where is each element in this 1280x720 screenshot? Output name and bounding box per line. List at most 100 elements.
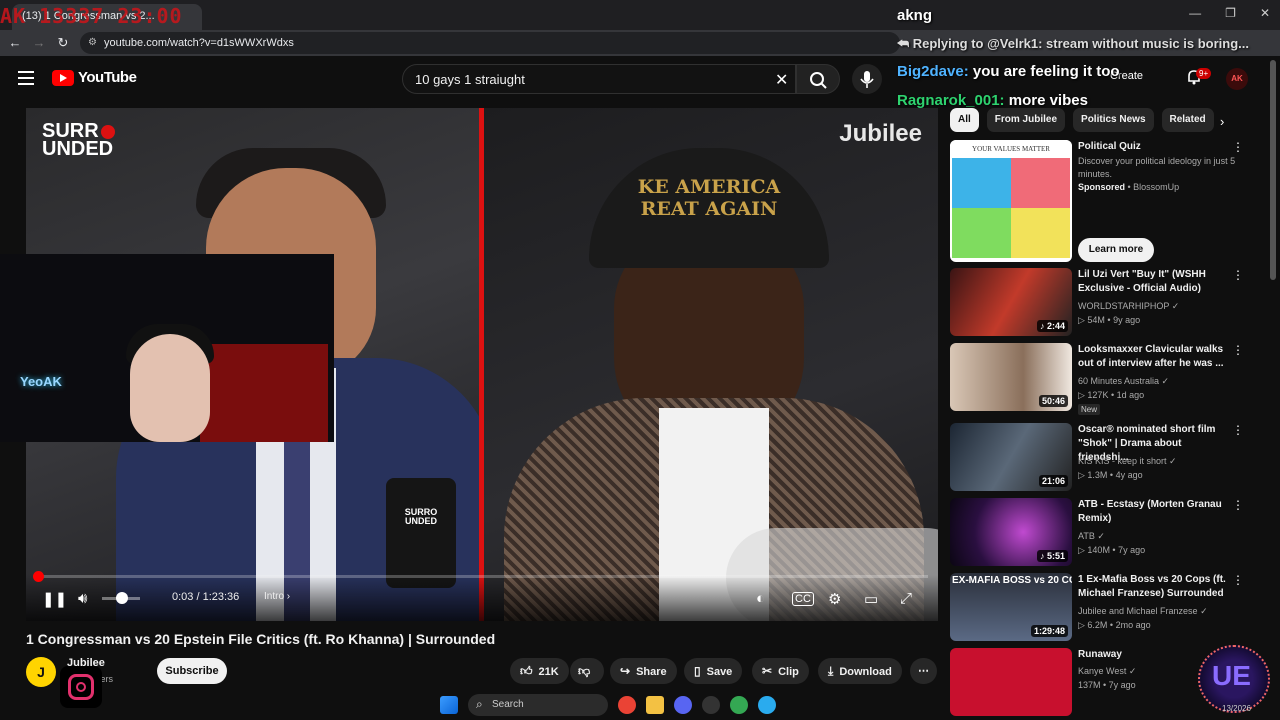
- microphone-prop: [386, 478, 456, 588]
- forward-icon[interactable]: →: [30, 34, 48, 52]
- chevron-right-icon[interactable]: ›: [1220, 114, 1224, 129]
- close-window-icon[interactable]: ✕: [1260, 6, 1270, 20]
- video-card-channel[interactable]: KIS KIS - keep it short ✓: [1078, 456, 1177, 467]
- more-options-icon[interactable]: ⋮: [1232, 268, 1244, 282]
- fullscreen-icon[interactable]: ⤢: [900, 590, 912, 607]
- share-icon: ↪: [620, 664, 631, 678]
- chip-all[interactable]: All: [950, 108, 979, 132]
- list-item[interactable]: EX-MAFIA BOSS vs 20 COPS 1:29:48 1 Ex-Ma…: [950, 573, 1250, 643]
- chrome-active-icon[interactable]: [730, 696, 748, 714]
- list-item[interactable]: 50:46 Looksmaxxer Clavicular walks out o…: [950, 343, 1250, 417]
- stream-overlay-text: AK 13337 23:00: [0, 4, 183, 28]
- search-button[interactable]: [796, 64, 840, 94]
- video-card-channel[interactable]: ATB ✓: [1078, 531, 1105, 542]
- chip-from-jubilee[interactable]: From Jubilee: [986, 108, 1066, 132]
- volume-icon[interactable]: 🔊︎: [78, 590, 87, 607]
- theater-mode-icon[interactable]: ▭: [864, 590, 878, 608]
- video-card-channel[interactable]: Kanye West ✓: [1078, 666, 1136, 677]
- taskbar-search[interactable]: Search: [468, 694, 608, 716]
- maximize-icon[interactable]: ❐: [1225, 6, 1236, 20]
- minimize-icon[interactable]: —: [1189, 6, 1201, 20]
- more-options-icon[interactable]: ⋮: [1232, 573, 1244, 587]
- microphone-icon: [860, 71, 874, 88]
- site-info-icon[interactable]: ⚙: [88, 37, 97, 48]
- back-icon[interactable]: ←: [6, 34, 24, 52]
- youtube-logo[interactable]: YouTube: [52, 69, 137, 86]
- ad-sponsor-line: Sponsored • BlossomUp: [1078, 182, 1180, 192]
- search-icon: [810, 72, 827, 89]
- video-card-title[interactable]: 1 Ex-Mafia Boss vs 20 Cops (ft. Michael …: [1078, 573, 1228, 601]
- video-card-channel[interactable]: WORLDSTARHIPHOP ✓: [1078, 301, 1179, 312]
- youtube-play-icon: [52, 69, 74, 86]
- voice-search-button[interactable]: [852, 64, 882, 94]
- file-explorer-icon[interactable]: [646, 696, 664, 714]
- video-thumbnail[interactable]: 21:06: [950, 423, 1072, 491]
- autoplay-toggle-icon[interactable]: ◐: [756, 590, 765, 607]
- telegram-icon[interactable]: [758, 696, 776, 714]
- save-button[interactable]: ▯ Save: [684, 658, 743, 684]
- video-card-channel[interactable]: 60 Minutes Australia ✓: [1078, 376, 1169, 387]
- clear-search-icon[interactable]: ✕: [775, 70, 788, 90]
- player-controls: ❚❚ 🔊︎ 0:03 / 1:23:36 Intro › ◐ CC ⚙ ▭ ⤢: [26, 571, 938, 621]
- more-options-icon[interactable]: ⋮: [1232, 140, 1244, 154]
- learn-more-button[interactable]: Learn more: [1078, 238, 1154, 262]
- progress-scrubber[interactable]: [33, 571, 44, 582]
- chip-politics-news[interactable]: Politics News: [1073, 108, 1154, 132]
- chapter-button[interactable]: Intro ›: [264, 591, 290, 602]
- more-options-icon[interactable]: ⋮: [1232, 423, 1244, 437]
- reply-arrow-icon: ⮪: [897, 36, 913, 51]
- obs-icon[interactable]: [702, 696, 720, 714]
- ad-thumbnail[interactable]: YOUR VALUES MATTER: [950, 140, 1072, 262]
- volume-knob[interactable]: [116, 592, 128, 604]
- windows-start-icon[interactable]: [440, 696, 458, 714]
- list-item[interactable]: 21:06 Oscar® nominated short film "Shok"…: [950, 423, 1250, 493]
- video-card-title[interactable]: Looksmaxxer Clavicular walks out of inte…: [1078, 343, 1228, 371]
- video-card-title[interactable]: Lil Uzi Vert "Buy It" (WSHH Exclusive - …: [1078, 268, 1228, 296]
- chat-reply-line: ⮪ Replying to @Velrk1: stream without mu…: [897, 36, 1249, 52]
- more-options-icon[interactable]: ⋮: [1232, 343, 1244, 357]
- more-actions-button[interactable]: ⋯: [910, 658, 937, 684]
- pause-icon[interactable]: ❚❚: [42, 590, 67, 608]
- video-thumbnail[interactable]: 50:46: [950, 343, 1072, 411]
- download-button[interactable]: ⤓ Download: [818, 658, 902, 684]
- address-bar[interactable]: ⚙ youtube.com/watch?v=d1sWWXrWdxs: [80, 32, 900, 54]
- video-card-title[interactable]: ATB - Ecstasy (Morten Granau Remix): [1078, 498, 1228, 526]
- subscribe-button[interactable]: Subscribe: [157, 658, 227, 684]
- video-thumbnail[interactable]: ♪ 2:44: [950, 268, 1072, 336]
- chat-message: akng: [897, 7, 933, 24]
- video-thumbnail[interactable]: ♪ 5:51: [950, 498, 1072, 566]
- video-card-channel[interactable]: Jubilee and Michael Franzese ✓: [1078, 606, 1208, 617]
- menu-icon[interactable]: [18, 71, 34, 85]
- dislike-button[interactable]: 👎︎: [570, 658, 605, 684]
- captions-icon[interactable]: CC: [792, 592, 814, 606]
- progress-bar[interactable]: [33, 571, 928, 582]
- download-icon: ⤓: [828, 664, 834, 678]
- thumbs-down-icon: 👎︎: [578, 664, 591, 678]
- video-thumbnail[interactable]: EX-MAFIA BOSS vs 20 COPS 1:29:48: [950, 573, 1072, 641]
- discord-icon[interactable]: [674, 696, 692, 714]
- video-thumbnail[interactable]: [950, 648, 1072, 716]
- account-avatar[interactable]: AK: [1226, 68, 1248, 90]
- chrome-icon[interactable]: [618, 696, 636, 714]
- ad-card[interactable]: YOUR VALUES MATTER Political Quiz Discov…: [950, 140, 1250, 264]
- ad-title[interactable]: Political Quiz: [1078, 140, 1228, 154]
- chip-related[interactable]: Related: [1161, 108, 1214, 132]
- notification-count-badge: 9+: [1196, 68, 1212, 79]
- like-button[interactable]: 👍︎ 21K: [510, 658, 569, 684]
- instagram-icon: [60, 666, 102, 708]
- list-item[interactable]: ♪ 5:51 ATB - Ecstasy (Morten Granau Remi…: [950, 498, 1250, 568]
- logo-text: YouTube: [78, 69, 137, 86]
- video-title: 1 Congressman vs 20 Epstein File Critics…: [26, 631, 496, 647]
- channel-avatar[interactable]: J: [26, 657, 56, 687]
- chat-username: Ragnarok_001:: [897, 92, 1005, 109]
- page-scrollbar[interactable]: [1270, 60, 1276, 280]
- settings-gear-icon[interactable]: ⚙: [828, 590, 841, 608]
- clip-button[interactable]: ✂ Clip: [752, 658, 809, 684]
- taskbar-clock: 13/2026: [1222, 704, 1251, 713]
- share-button[interactable]: ↪ Share: [610, 658, 677, 684]
- search-input[interactable]: 10 gays 1 straiught: [402, 64, 796, 94]
- streamer-face: [130, 334, 210, 442]
- list-item[interactable]: ♪ 2:44 Lil Uzi Vert "Buy It" (WSHH Exclu…: [950, 268, 1250, 338]
- more-options-icon[interactable]: ⋮: [1232, 498, 1244, 512]
- reload-icon[interactable]: ↻: [54, 34, 72, 52]
